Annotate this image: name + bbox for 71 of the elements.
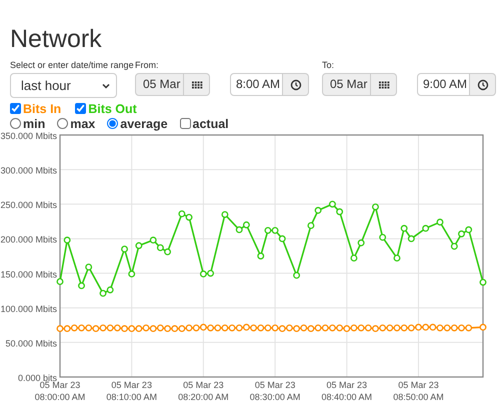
axis-label: 08:40:00 AM (322, 392, 372, 402)
axis-label: 08:00:00 AM (34, 392, 86, 402)
axis-label: 08:50:00 AM (393, 392, 444, 402)
data-point (408, 235, 415, 242)
data-point (400, 224, 408, 232)
calendar-icon (190, 78, 202, 90)
data-point (64, 236, 71, 244)
axis-label: 0.000 bits (18, 373, 57, 383)
time-field[interactable]: 9:00 AM (417, 73, 470, 96)
radio-button[interactable] (10, 118, 21, 129)
data-point (293, 272, 300, 279)
calendar-button[interactable] (371, 73, 397, 96)
option-label: min (23, 116, 46, 130)
clock-button[interactable] (283, 73, 309, 96)
range-select[interactable]: last hour (10, 73, 117, 98)
calendar-icon (378, 78, 390, 90)
data-point (135, 242, 142, 250)
data-point (56, 278, 64, 286)
data-point (394, 254, 400, 262)
radio-button[interactable] (57, 118, 68, 129)
option-label: average (120, 116, 168, 130)
data-point (436, 218, 444, 226)
data-point (85, 264, 92, 271)
axis-label: 05 Mar 23 (183, 380, 224, 390)
checkbox[interactable] (75, 103, 86, 114)
axis-label: 50.000 Mbits (5, 338, 57, 348)
data-point (480, 278, 486, 286)
axis-label: 300.000 Mbits (0, 166, 57, 176)
data-point (379, 234, 386, 241)
data-point (221, 211, 228, 218)
axis-label: 350.000 Mbits (0, 131, 57, 141)
radio-button[interactable] (107, 118, 118, 129)
data-point (350, 254, 358, 262)
data-point (257, 252, 264, 260)
data-point (307, 222, 314, 230)
time-field[interactable]: 8:00 AM (230, 73, 283, 96)
data-point (314, 206, 322, 214)
axis-label: 100.000 Mbits (0, 304, 57, 314)
date-field[interactable]: 05 Mar (135, 73, 184, 96)
axis-label: 05 Mar 23 (398, 380, 439, 390)
checkbox[interactable] (180, 118, 191, 129)
axis-label: 05 Mar 23 (111, 380, 152, 390)
date-field[interactable]: 05 Mar (322, 73, 371, 96)
checkbox[interactable] (10, 103, 21, 114)
clock-icon (290, 78, 302, 90)
data-point (121, 246, 128, 253)
data-point (78, 282, 85, 290)
clock-icon (476, 78, 488, 90)
data-point (128, 270, 136, 278)
axis-label: 08:20:00 AM (178, 392, 229, 402)
axis-label: 200.000 Mbits (0, 234, 57, 245)
clock-button[interactable] (470, 73, 496, 96)
data-point (480, 324, 486, 331)
axis-label: 05 Mar 23 (40, 380, 80, 390)
data-point (358, 239, 365, 246)
field-label: Select or enter date/time range (10, 59, 135, 71)
field-label: From: (135, 59, 160, 71)
option-label: actual (192, 116, 229, 130)
calendar-button[interactable] (184, 73, 210, 96)
field-label: To: (322, 59, 336, 71)
data-point (450, 242, 458, 250)
data-point (422, 224, 430, 232)
axis-label: 05 Mar 23 (326, 380, 368, 390)
axis-label: 05 Mar 23 (254, 380, 296, 390)
option-label: max (70, 116, 96, 130)
axis-label: 08:30:00 AM (250, 392, 300, 402)
data-point (372, 203, 379, 210)
axis-label: 150.000 Mbits (0, 269, 57, 280)
page-title: Network (10, 24, 103, 53)
axis-label: 250.000 Mbits (0, 200, 57, 210)
axis-label: 08:10:00 AM (106, 392, 157, 402)
